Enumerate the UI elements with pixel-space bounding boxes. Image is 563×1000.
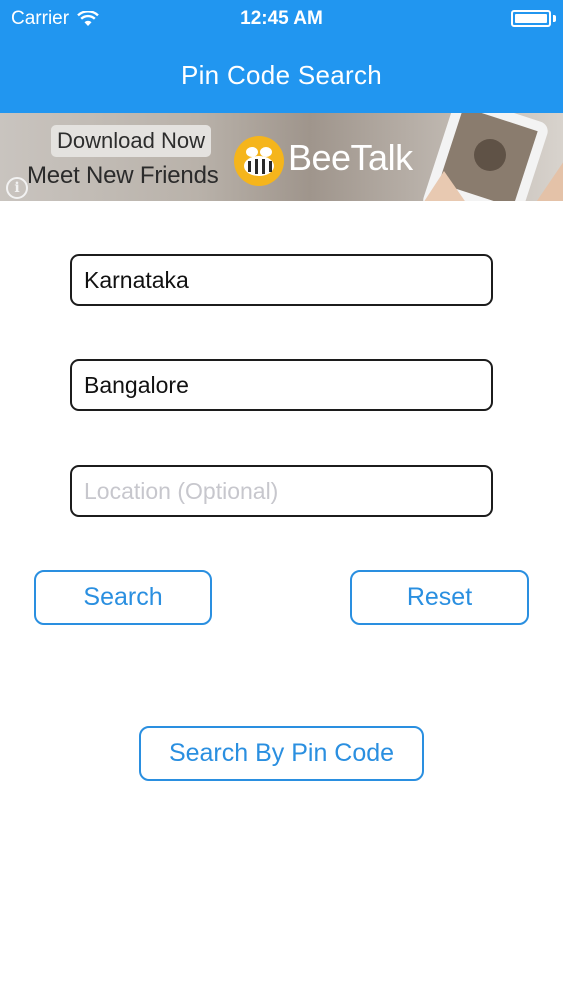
bee-logo-icon — [234, 136, 284, 186]
ad-download-label[interactable]: Download Now — [51, 125, 211, 157]
ad-tagline: Meet New Friends — [27, 162, 219, 189]
search-button[interactable]: Search — [34, 570, 212, 625]
battery-icon — [511, 10, 551, 27]
clock: 12:45 AM — [240, 8, 323, 29]
ad-phone-image — [423, 113, 563, 201]
ad-brand-name: BeeTalk — [288, 137, 413, 178]
status-bar: Carrier 12:45 AM — [0, 0, 563, 36]
battery-tip — [553, 15, 556, 22]
city-field[interactable] — [70, 359, 493, 411]
state-field[interactable] — [70, 254, 493, 306]
info-icon[interactable]: i — [6, 177, 28, 199]
navigation-header: Carrier 12:45 AM Pin Code Search — [0, 0, 563, 113]
battery-level — [515, 14, 547, 23]
ad-banner[interactable]: i Download Now Meet New Friends BeeTalk — [0, 113, 563, 201]
page-title: Pin Code Search — [180, 60, 383, 90]
search-by-pin-code-button[interactable]: Search By Pin Code — [139, 726, 424, 781]
reset-button[interactable]: Reset — [350, 570, 529, 625]
location-field[interactable] — [70, 465, 493, 517]
